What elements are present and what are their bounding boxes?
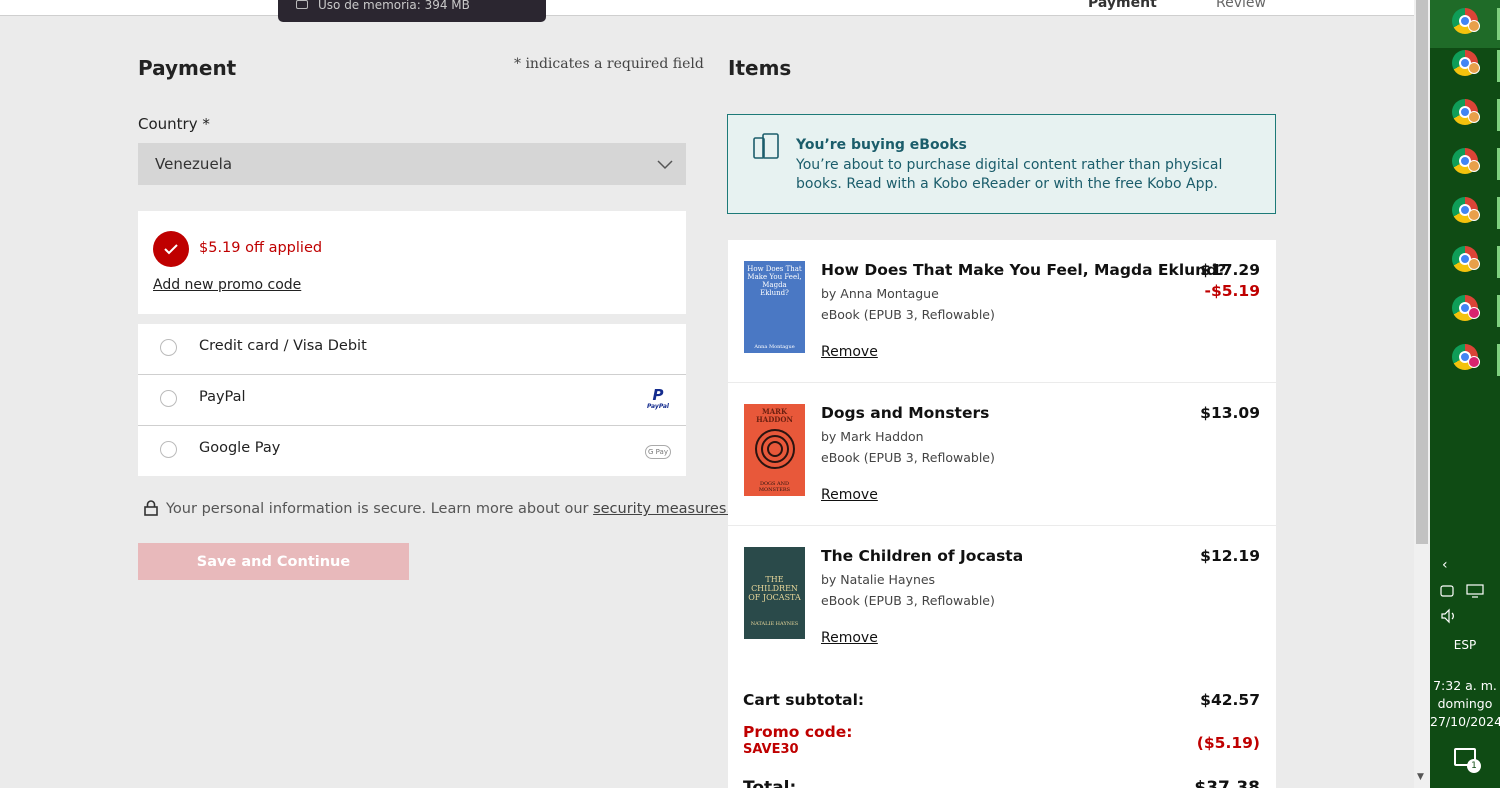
radio-button[interactable] bbox=[160, 339, 177, 356]
google-pay-icon: G Pay bbox=[645, 445, 671, 459]
radio-button[interactable] bbox=[160, 390, 177, 407]
ebook-notice: You’re buying eBooks You’re about to pur… bbox=[727, 114, 1276, 214]
cart-item: THE CHILDREN OF JOCASTA NATALIE HAYNES T… bbox=[728, 526, 1276, 668]
cart-item: How Does That Make You Feel, Magda Eklun… bbox=[728, 240, 1276, 382]
payment-option-paypal[interactable]: PayPal P PayPal bbox=[138, 375, 686, 425]
ebook-notice-title: You’re buying eBooks bbox=[796, 137, 967, 153]
item-discount: -$5.19 bbox=[1204, 282, 1260, 300]
item-format: eBook (EPUB 3, Reflowable) bbox=[821, 593, 995, 608]
security-note: Your personal information is secure. Lea… bbox=[144, 500, 731, 517]
promo-value: ($5.19) bbox=[1196, 734, 1260, 752]
payment-option-label: Google Pay bbox=[199, 440, 281, 456]
payment-option-label: Credit card / Visa Debit bbox=[199, 338, 367, 354]
step-payment[interactable]: Payment bbox=[1088, 0, 1157, 11]
notifications-icon[interactable]: 1 bbox=[1454, 748, 1481, 773]
taskbar-app-chrome[interactable] bbox=[1430, 336, 1500, 384]
ebook-notice-text: You’re about to purchase digital content… bbox=[796, 157, 1223, 192]
meet-now-icon[interactable] bbox=[1440, 584, 1454, 598]
remove-button[interactable]: Remove bbox=[821, 344, 878, 360]
taskbar-app-chrome[interactable] bbox=[1430, 287, 1500, 335]
item-format: eBook (EPUB 3, Reflowable) bbox=[821, 450, 995, 465]
item-title[interactable]: Dogs and Monsters bbox=[821, 404, 989, 422]
chevron-left-icon[interactable]: ‹ bbox=[1442, 557, 1448, 573]
promo-code: SAVE30 bbox=[743, 742, 799, 757]
book-cover[interactable]: How Does That Make You Feel, Magda Eklun… bbox=[744, 261, 805, 353]
item-title[interactable]: The Children of Jocasta bbox=[821, 547, 1023, 565]
item-price: $13.09 bbox=[1200, 404, 1260, 422]
required-note: * indicates a required field bbox=[514, 56, 704, 72]
total-value: $37.38 bbox=[1194, 778, 1260, 788]
items-title: Items bbox=[728, 56, 792, 80]
scroll-down-arrow-icon[interactable]: ▼ bbox=[1417, 772, 1424, 782]
book-cover[interactable]: THE CHILDREN OF JOCASTA NATALIE HAYNES bbox=[744, 547, 805, 639]
devices-icon bbox=[753, 133, 779, 159]
divider bbox=[138, 374, 686, 375]
taskbar-app-chrome[interactable] bbox=[1430, 42, 1500, 90]
subtotal-value: $42.57 bbox=[1200, 691, 1260, 709]
cover-art bbox=[755, 429, 795, 469]
network-icon[interactable] bbox=[1466, 584, 1484, 598]
country-label: Country * bbox=[138, 115, 210, 133]
language-indicator[interactable]: ESP bbox=[1430, 638, 1500, 652]
checkout-header bbox=[0, 0, 1414, 16]
taskbar-app-chrome[interactable] bbox=[1430, 91, 1500, 139]
clock[interactable]: 7:32 a. m. domingo 27/10/2024 bbox=[1430, 677, 1500, 731]
item-author: by Natalie Haynes bbox=[821, 572, 936, 587]
item-author: by Mark Haddon bbox=[821, 429, 924, 444]
payment-option-google-pay[interactable]: Google Pay G Pay bbox=[138, 426, 686, 476]
promo-panel: $5.19 off applied Add new promo code bbox=[138, 211, 686, 314]
cart-item: MARK HADDON DOGS AND MONSTERS Dogs and M… bbox=[728, 383, 1276, 525]
volume-icon[interactable] bbox=[1440, 608, 1458, 624]
promo-code-label: Promo code: bbox=[743, 723, 853, 741]
item-price: $12.19 bbox=[1200, 547, 1260, 565]
step-review[interactable]: Review bbox=[1216, 0, 1266, 11]
lock-icon bbox=[144, 500, 158, 516]
promo-applied-text: $5.19 off applied bbox=[199, 240, 323, 256]
taskbar-app-chrome[interactable] bbox=[1430, 238, 1500, 286]
country-value: Venezuela bbox=[155, 155, 233, 173]
remove-button[interactable]: Remove bbox=[821, 630, 878, 646]
memory-icon bbox=[296, 0, 308, 9]
paypal-icon: P PayPal bbox=[647, 386, 669, 411]
total-label: Total: bbox=[743, 778, 797, 788]
country-select[interactable]: Venezuela bbox=[138, 143, 686, 185]
memory-tooltip: Uso de memoria: 394 MB bbox=[278, 0, 546, 22]
check-icon bbox=[153, 231, 189, 267]
taskbar-app-chrome[interactable] bbox=[1430, 140, 1500, 188]
book-cover[interactable]: MARK HADDON DOGS AND MONSTERS bbox=[744, 404, 805, 496]
remove-button[interactable]: Remove bbox=[821, 487, 878, 503]
taskbar: ‹ ESP 7:32 a. m. domingo 27/10/2024 1 bbox=[1430, 0, 1500, 788]
memory-tooltip-text: Uso de memoria: 394 MB bbox=[318, 0, 470, 12]
item-author: by Anna Montague bbox=[821, 286, 939, 301]
item-format: eBook (EPUB 3, Reflowable) bbox=[821, 307, 995, 322]
security-text: Your personal information is secure. Lea… bbox=[166, 501, 594, 517]
cart-summary: Cart subtotal: $42.57 Promo code: SAVE30… bbox=[728, 668, 1276, 788]
chevron-down-icon bbox=[657, 160, 673, 170]
taskbar-app-chrome[interactable] bbox=[1430, 0, 1500, 48]
save-and-continue-button[interactable]: Save and Continue bbox=[138, 543, 409, 580]
scrollbar-thumb[interactable] bbox=[1416, 0, 1428, 544]
radio-button[interactable] bbox=[160, 441, 177, 458]
page-scrollbar[interactable]: ▼ bbox=[1414, 0, 1430, 788]
taskbar-app-chrome[interactable] bbox=[1430, 189, 1500, 237]
security-measures-link[interactable]: security measures. bbox=[593, 501, 731, 517]
subtotal-label: Cart subtotal: bbox=[743, 691, 865, 709]
item-title[interactable]: How Does That Make You Feel, Magda Eklun… bbox=[821, 261, 1226, 279]
divider bbox=[138, 425, 686, 426]
add-promo-code-link[interactable]: Add new promo code bbox=[153, 277, 301, 293]
payment-option-credit-card[interactable]: Credit card / Visa Debit bbox=[138, 324, 686, 374]
payment-option-label: PayPal bbox=[199, 389, 246, 405]
payment-title: Payment bbox=[138, 56, 237, 80]
item-price: $17.29 bbox=[1200, 261, 1260, 279]
